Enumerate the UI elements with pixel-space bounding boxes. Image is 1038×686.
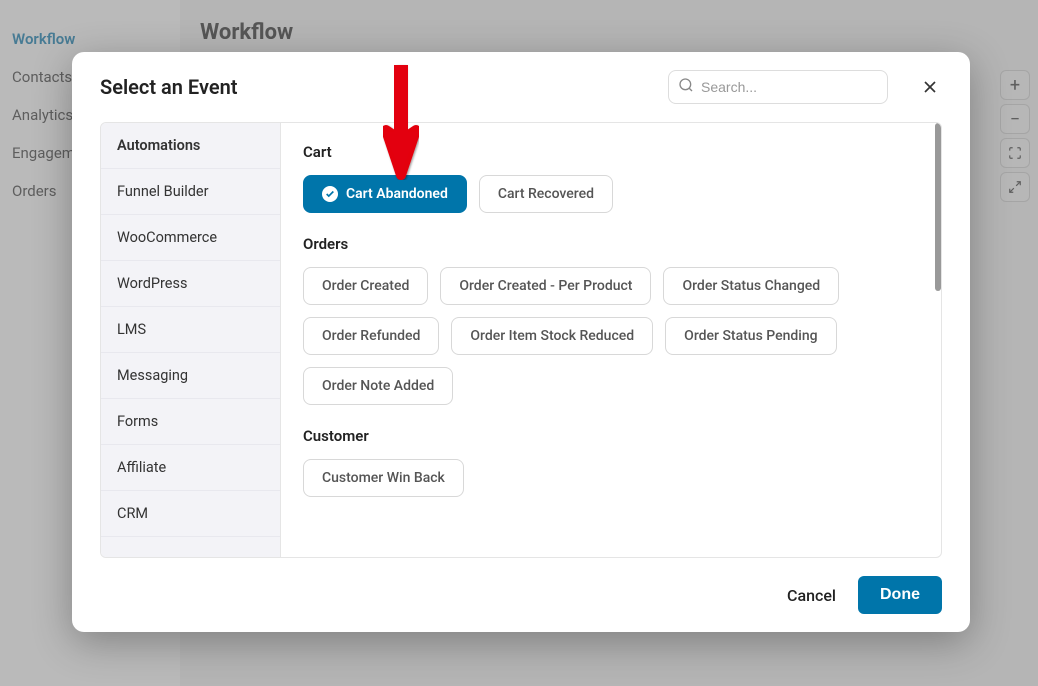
event-label: Order Status Pending [684,328,817,344]
category-list[interactable]: Automations Funnel Builder WooCommerce W… [101,123,281,557]
cancel-button[interactable]: Cancel [787,586,836,605]
event-order-created-per-product[interactable]: Order Created - Per Product [440,267,651,305]
event-label: Order Created [322,278,409,294]
section-cart-events: Cart Abandoned Cart Recovered [303,175,919,213]
modal-footer: Cancel Done [72,558,970,632]
section-title-customer: Customer [303,427,919,445]
category-wordpress[interactable]: WordPress [101,261,280,307]
category-affiliate[interactable]: Affiliate [101,445,280,491]
section-title-orders: Orders [303,235,919,253]
event-label: Order Status Changed [682,278,820,294]
category-messaging[interactable]: Messaging [101,353,280,399]
event-order-status-pending[interactable]: Order Status Pending [665,317,836,355]
event-order-item-stock-reduced[interactable]: Order Item Stock Reduced [451,317,653,355]
scrollbar-thumb[interactable] [935,123,941,291]
event-label: Order Item Stock Reduced [470,328,634,344]
category-woocommerce[interactable]: WooCommerce [101,215,280,261]
event-order-note-added[interactable]: Order Note Added [303,367,453,405]
section-customer-events: Customer Win Back [303,459,919,497]
event-order-status-changed[interactable]: Order Status Changed [663,267,839,305]
category-automations[interactable]: Automations [101,123,280,169]
event-cart-abandoned[interactable]: Cart Abandoned [303,175,467,213]
event-label: Order Refunded [322,328,420,344]
category-crm[interactable]: CRM [101,491,280,537]
event-label: Cart Abandoned [346,186,448,202]
category-funnel-builder[interactable]: Funnel Builder [101,169,280,215]
category-lms[interactable]: LMS [101,307,280,353]
select-event-modal: Select an Event Automations Funnel Build… [72,52,970,632]
event-panel[interactable]: Cart Cart Abandoned Cart Recovered Order… [281,123,941,557]
done-button[interactable]: Done [858,576,942,614]
search-input[interactable] [668,70,888,104]
close-icon [920,77,940,97]
event-label: Cart Recovered [498,186,594,202]
check-icon [322,186,338,202]
event-order-created[interactable]: Order Created [303,267,428,305]
category-forms[interactable]: Forms [101,399,280,445]
modal-header: Select an Event [72,52,970,122]
search-wrap [668,70,888,104]
event-cart-recovered[interactable]: Cart Recovered [479,175,613,213]
search-icon [678,77,694,97]
event-order-refunded[interactable]: Order Refunded [303,317,439,355]
section-title-cart: Cart [303,143,919,161]
event-label: Order Note Added [322,378,434,394]
modal-body: Automations Funnel Builder WooCommerce W… [100,122,942,558]
modal-title: Select an Event [100,75,656,99]
close-button[interactable] [918,75,942,99]
event-label: Customer Win Back [322,470,445,486]
event-label: Order Created - Per Product [459,278,632,294]
section-orders-events: Order Created Order Created - Per Produc… [303,267,919,405]
event-customer-win-back[interactable]: Customer Win Back [303,459,464,497]
